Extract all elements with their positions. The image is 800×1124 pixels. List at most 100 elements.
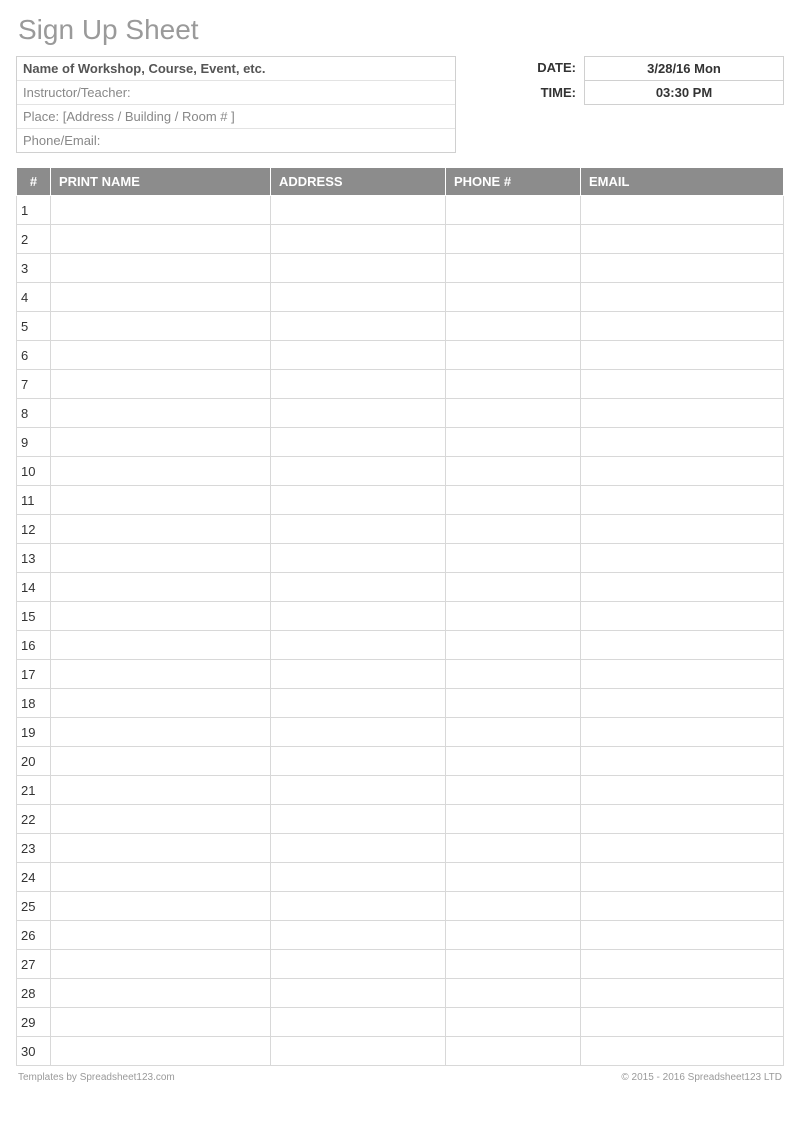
cell-address[interactable] (271, 660, 446, 689)
cell-address[interactable] (271, 863, 446, 892)
cell-phone[interactable] (446, 834, 581, 863)
cell-address[interactable] (271, 602, 446, 631)
cell-address[interactable] (271, 573, 446, 602)
cell-email[interactable] (581, 283, 784, 312)
cell-phone[interactable] (446, 254, 581, 283)
cell-phone[interactable] (446, 892, 581, 921)
cell-phone[interactable] (446, 399, 581, 428)
cell-address[interactable] (271, 834, 446, 863)
cell-print-name[interactable] (51, 747, 271, 776)
cell-phone[interactable] (446, 544, 581, 573)
cell-print-name[interactable] (51, 1037, 271, 1066)
cell-address[interactable] (271, 1037, 446, 1066)
cell-email[interactable] (581, 689, 784, 718)
cell-phone[interactable] (446, 747, 581, 776)
cell-print-name[interactable] (51, 805, 271, 834)
cell-print-name[interactable] (51, 225, 271, 254)
cell-email[interactable] (581, 892, 784, 921)
cell-phone[interactable] (446, 428, 581, 457)
cell-email[interactable] (581, 718, 784, 747)
cell-email[interactable] (581, 370, 784, 399)
cell-email[interactable] (581, 660, 784, 689)
cell-address[interactable] (271, 254, 446, 283)
cell-address[interactable] (271, 689, 446, 718)
cell-email[interactable] (581, 631, 784, 660)
cell-address[interactable] (271, 399, 446, 428)
cell-email[interactable] (581, 776, 784, 805)
phone-email-field[interactable]: Phone/Email: (17, 129, 455, 152)
cell-print-name[interactable] (51, 428, 271, 457)
cell-address[interactable] (271, 515, 446, 544)
cell-address[interactable] (271, 486, 446, 515)
cell-address[interactable] (271, 1008, 446, 1037)
cell-phone[interactable] (446, 1037, 581, 1066)
cell-print-name[interactable] (51, 660, 271, 689)
cell-print-name[interactable] (51, 950, 271, 979)
cell-email[interactable] (581, 950, 784, 979)
cell-print-name[interactable] (51, 370, 271, 399)
event-name-field[interactable]: Name of Workshop, Course, Event, etc. (17, 57, 455, 81)
cell-email[interactable] (581, 1037, 784, 1066)
cell-print-name[interactable] (51, 776, 271, 805)
cell-email[interactable] (581, 225, 784, 254)
cell-print-name[interactable] (51, 631, 271, 660)
cell-print-name[interactable] (51, 312, 271, 341)
cell-phone[interactable] (446, 370, 581, 399)
cell-email[interactable] (581, 341, 784, 370)
cell-print-name[interactable] (51, 341, 271, 370)
cell-print-name[interactable] (51, 573, 271, 602)
cell-address[interactable] (271, 631, 446, 660)
cell-address[interactable] (271, 283, 446, 312)
cell-address[interactable] (271, 341, 446, 370)
cell-print-name[interactable] (51, 515, 271, 544)
cell-email[interactable] (581, 486, 784, 515)
cell-address[interactable] (271, 718, 446, 747)
cell-phone[interactable] (446, 776, 581, 805)
cell-phone[interactable] (446, 631, 581, 660)
cell-address[interactable] (271, 225, 446, 254)
cell-address[interactable] (271, 196, 446, 225)
instructor-field[interactable]: Instructor/Teacher: (17, 81, 455, 105)
cell-email[interactable] (581, 921, 784, 950)
cell-phone[interactable] (446, 283, 581, 312)
cell-phone[interactable] (446, 457, 581, 486)
cell-address[interactable] (271, 950, 446, 979)
cell-print-name[interactable] (51, 1008, 271, 1037)
cell-email[interactable] (581, 863, 784, 892)
cell-email[interactable] (581, 399, 784, 428)
cell-print-name[interactable] (51, 892, 271, 921)
cell-email[interactable] (581, 544, 784, 573)
cell-address[interactable] (271, 457, 446, 486)
cell-phone[interactable] (446, 660, 581, 689)
cell-email[interactable] (581, 573, 784, 602)
cell-print-name[interactable] (51, 718, 271, 747)
cell-phone[interactable] (446, 689, 581, 718)
cell-phone[interactable] (446, 573, 581, 602)
cell-phone[interactable] (446, 312, 581, 341)
cell-address[interactable] (271, 921, 446, 950)
cell-phone[interactable] (446, 921, 581, 950)
cell-email[interactable] (581, 515, 784, 544)
cell-phone[interactable] (446, 979, 581, 1008)
cell-phone[interactable] (446, 196, 581, 225)
cell-address[interactable] (271, 979, 446, 1008)
cell-address[interactable] (271, 428, 446, 457)
time-value[interactable]: 03:30 PM (584, 80, 784, 105)
place-field[interactable]: Place: [Address / Building / Room # ] (17, 105, 455, 129)
cell-print-name[interactable] (51, 254, 271, 283)
cell-print-name[interactable] (51, 863, 271, 892)
cell-print-name[interactable] (51, 602, 271, 631)
cell-phone[interactable] (446, 602, 581, 631)
cell-print-name[interactable] (51, 196, 271, 225)
cell-address[interactable] (271, 312, 446, 341)
cell-email[interactable] (581, 254, 784, 283)
cell-email[interactable] (581, 805, 784, 834)
cell-print-name[interactable] (51, 921, 271, 950)
cell-print-name[interactable] (51, 834, 271, 863)
cell-phone[interactable] (446, 1008, 581, 1037)
cell-print-name[interactable] (51, 689, 271, 718)
cell-print-name[interactable] (51, 486, 271, 515)
cell-phone[interactable] (446, 341, 581, 370)
cell-phone[interactable] (446, 863, 581, 892)
cell-email[interactable] (581, 834, 784, 863)
